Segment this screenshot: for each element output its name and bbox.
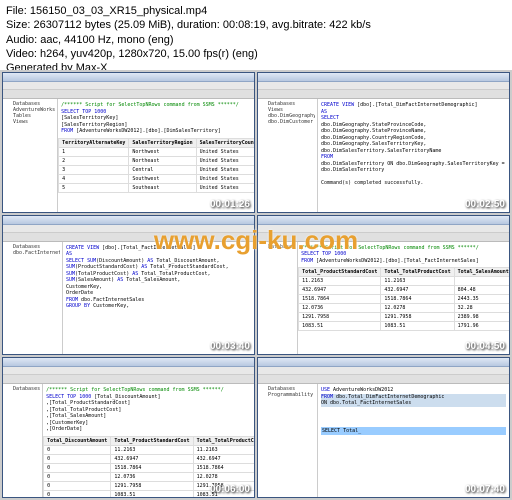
window-toolbar[interactable] [258, 90, 509, 99]
window-menubar[interactable] [258, 82, 509, 90]
object-explorer[interactable]: Databases dbo.FactInternetSales [3, 242, 63, 356]
window-menubar[interactable] [258, 367, 509, 375]
window-toolbar[interactable] [3, 90, 254, 99]
query-editor[interactable]: CREATE VIEW CREATE VIEW [dbo].[Total_Dim… [318, 99, 509, 213]
window-titlebar[interactable] [258, 73, 509, 82]
thumbnail-grid: Databases AdventureWorks Tables Views /*… [0, 70, 512, 500]
window-titlebar[interactable] [3, 358, 254, 367]
size-line: Size: 26307112 bytes (25.09 MiB), durati… [6, 18, 506, 32]
query-editor[interactable]: USE AdventureWorksDW2012 FROM dbo.Total_… [318, 384, 509, 498]
intellisense-popup[interactable]: SELECT Total_ [321, 427, 506, 436]
query-editor[interactable]: /****** Script for SelectTopNRows comman… [58, 99, 255, 213]
thumbnail-6: Databases Programmability USE AdventureW… [257, 357, 510, 498]
timestamp-label: 00:02:50 [465, 199, 505, 210]
window-toolbar[interactable] [258, 233, 509, 242]
file-line: File: 156150_03_03_XR15_physical.mp4 [6, 4, 506, 18]
window-titlebar[interactable] [258, 358, 509, 367]
thumbnail-4: Databases /****** Script for SelectTopNR… [257, 215, 510, 356]
object-explorer[interactable]: Databases [258, 242, 298, 356]
timestamp-label: 00:07:40 [465, 484, 505, 495]
thumbnail-2: Databases Views dbo.DimGeography dbo.Dim… [257, 72, 510, 213]
query-editor[interactable]: /****** Script for SelectTopNRows comman… [298, 242, 510, 356]
timestamp-label: 00:04:50 [465, 341, 505, 352]
messages-pane: Command(s) completed successfully. [318, 177, 509, 189]
window-toolbar[interactable] [3, 375, 254, 384]
object-explorer[interactable]: Databases AdventureWorks Tables Views [3, 99, 58, 213]
window-toolbar[interactable] [3, 233, 254, 242]
window-menubar[interactable] [3, 82, 254, 90]
window-titlebar[interactable] [3, 73, 254, 82]
thumbnail-3: Databases dbo.FactInternetSales CREATE V… [2, 215, 255, 356]
video-line: Video: h264, yuv420p, 1280x720, 15.00 fp… [6, 47, 506, 61]
window-menubar[interactable] [3, 225, 254, 233]
timestamp-label: 00:01:26 [210, 199, 250, 210]
audio-line: Audio: aac, 44100 Hz, mono (eng) [6, 33, 506, 47]
timestamp-label: 00:06:00 [210, 484, 250, 495]
thumbnail-5: Databases /****** Script for SelectTopNR… [2, 357, 255, 498]
window-menubar[interactable] [3, 367, 254, 375]
window-titlebar[interactable] [258, 216, 509, 225]
query-editor[interactable]: /****** Script for SelectTopNRows comman… [43, 384, 255, 498]
object-explorer[interactable]: Databases Views dbo.DimGeography dbo.Dim… [258, 99, 318, 213]
window-titlebar[interactable] [3, 216, 254, 225]
object-explorer[interactable]: Databases Programmability [258, 384, 318, 498]
thumbnail-1: Databases AdventureWorks Tables Views /*… [2, 72, 255, 213]
object-explorer[interactable]: Databases [3, 384, 43, 498]
window-menubar[interactable] [258, 225, 509, 233]
window-toolbar[interactable] [258, 375, 509, 384]
file-info-header: File: 156150_03_03_XR15_physical.mp4 Siz… [0, 0, 512, 78]
query-editor[interactable]: CREATE VIEW CREATE VIEW [dbo].[Total_Fac… [63, 242, 254, 356]
timestamp-label: 00:03:40 [210, 341, 250, 352]
